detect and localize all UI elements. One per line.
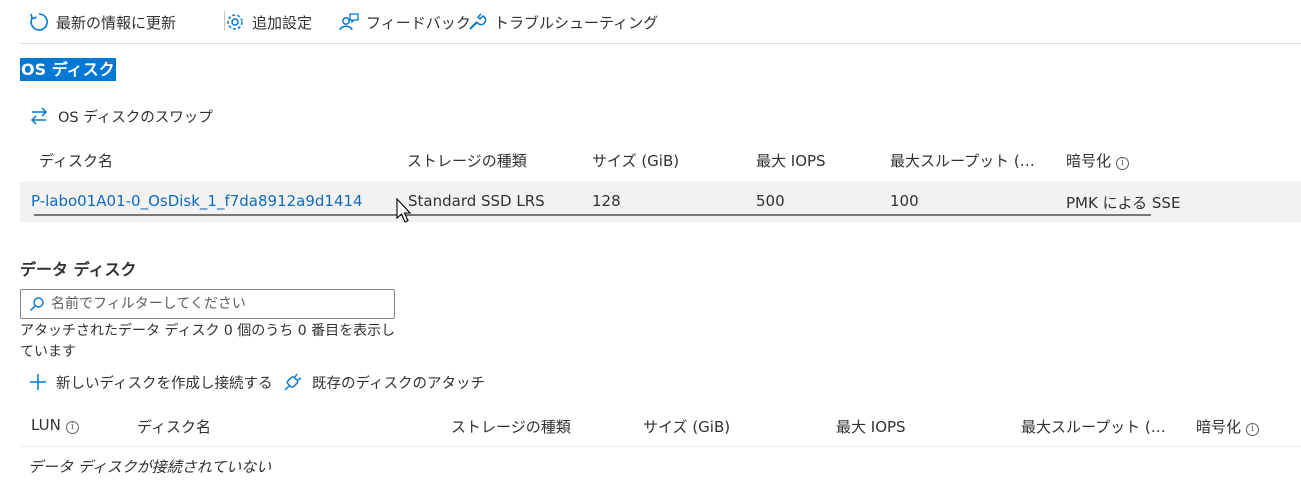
settings-label: 追加設定 bbox=[252, 13, 313, 32]
col-max-throughput: 最大スループット (… bbox=[890, 152, 1035, 170]
col-encryption-label: 暗号化 bbox=[1066, 152, 1112, 170]
attach-existing-disk-button[interactable]: 既存のディスクのアタッチ bbox=[282, 372, 485, 392]
wrench-icon bbox=[469, 13, 487, 30]
feedback-button[interactable]: フィードバック bbox=[338, 9, 471, 35]
create-attach-disk-button[interactable]: 新しいディスクを作成し接続する bbox=[28, 372, 272, 392]
search-icon bbox=[29, 297, 44, 312]
col-size: サイズ (GiB) bbox=[592, 152, 680, 170]
col-max-iops: 最大 IOPS bbox=[836, 418, 906, 436]
os-disk-name-link[interactable]: P-labo01A01-0_OsDisk_1_f7da8912a9d1414 bbox=[31, 192, 363, 210]
swap-os-disk-label: OS ディスクのスワップ bbox=[58, 109, 213, 126]
troubleshoot-label: トラブルシューティング bbox=[494, 13, 659, 32]
col-encryption-label: 暗号化 bbox=[1196, 418, 1242, 436]
col-lun-label: LUN bbox=[31, 416, 61, 434]
filter-input[interactable] bbox=[51, 296, 381, 312]
col-disk-name: ディスク名 bbox=[39, 152, 113, 170]
create-attach-disk-label: 新しいディスクを作成し接続する bbox=[56, 375, 273, 392]
col-lun: LUN i bbox=[31, 416, 79, 434]
header-divider bbox=[20, 446, 1301, 447]
plus-icon bbox=[30, 374, 46, 390]
swap-arrows-icon bbox=[30, 107, 48, 125]
os-disk-throughput: 100 bbox=[890, 192, 919, 210]
plug-icon bbox=[284, 373, 302, 391]
filter-input-box[interactable] bbox=[20, 289, 395, 319]
col-max-throughput: 最大スループット (… bbox=[1021, 418, 1166, 436]
refresh-button[interactable]: 最新の情報に更新 bbox=[28, 9, 176, 35]
os-disk-iops: 500 bbox=[756, 192, 785, 210]
col-storage-type: ストレージの種類 bbox=[451, 418, 571, 436]
col-encryption: 暗号化 i bbox=[1196, 416, 1260, 437]
col-size: サイズ (GiB) bbox=[643, 418, 731, 436]
disk-count-text: アタッチされたデータ ディスク 0 個のうち 0 番目を表示しています bbox=[20, 323, 396, 360]
command-bar: 最新の情報に更新 追加設定 フィードバック トラブルシューティング bbox=[20, 0, 1301, 44]
os-disk-encryption: PMK による SSE bbox=[1066, 194, 1181, 212]
data-disk-title: データ ディスク bbox=[20, 260, 137, 279]
info-icon[interactable]: i bbox=[65, 421, 79, 434]
os-disk-storage: Standard SSD LRS bbox=[408, 192, 545, 210]
cursor-icon bbox=[396, 198, 412, 223]
col-storage-type: ストレージの種類 bbox=[407, 152, 527, 170]
col-max-iops: 最大 IOPS bbox=[756, 152, 826, 170]
feedback-icon bbox=[339, 13, 359, 31]
settings-button[interactable]: 追加設定 bbox=[224, 9, 312, 35]
swap-os-disk-button[interactable]: OS ディスクのスワップ bbox=[28, 106, 213, 126]
horizontal-scrollbar[interactable] bbox=[34, 214, 1151, 216]
info-icon[interactable]: i bbox=[1116, 157, 1130, 170]
os-disk-title: OS ディスク bbox=[20, 58, 116, 81]
refresh-icon bbox=[30, 13, 48, 31]
info-icon[interactable]: i bbox=[1246, 423, 1260, 436]
attach-existing-disk-label: 既存のディスクのアタッチ bbox=[312, 375, 485, 392]
col-encryption: 暗号化 i bbox=[1066, 150, 1130, 171]
col-disk-name: ディスク名 bbox=[137, 418, 211, 436]
troubleshoot-button[interactable]: トラブルシューティング bbox=[466, 9, 658, 35]
empty-state-text: データ ディスクが接続されていない bbox=[28, 458, 272, 476]
os-disk-size: 128 bbox=[592, 192, 621, 210]
gear-icon bbox=[227, 14, 243, 30]
feedback-label: フィードバック bbox=[366, 13, 471, 32]
refresh-label: 最新の情報に更新 bbox=[56, 13, 177, 32]
